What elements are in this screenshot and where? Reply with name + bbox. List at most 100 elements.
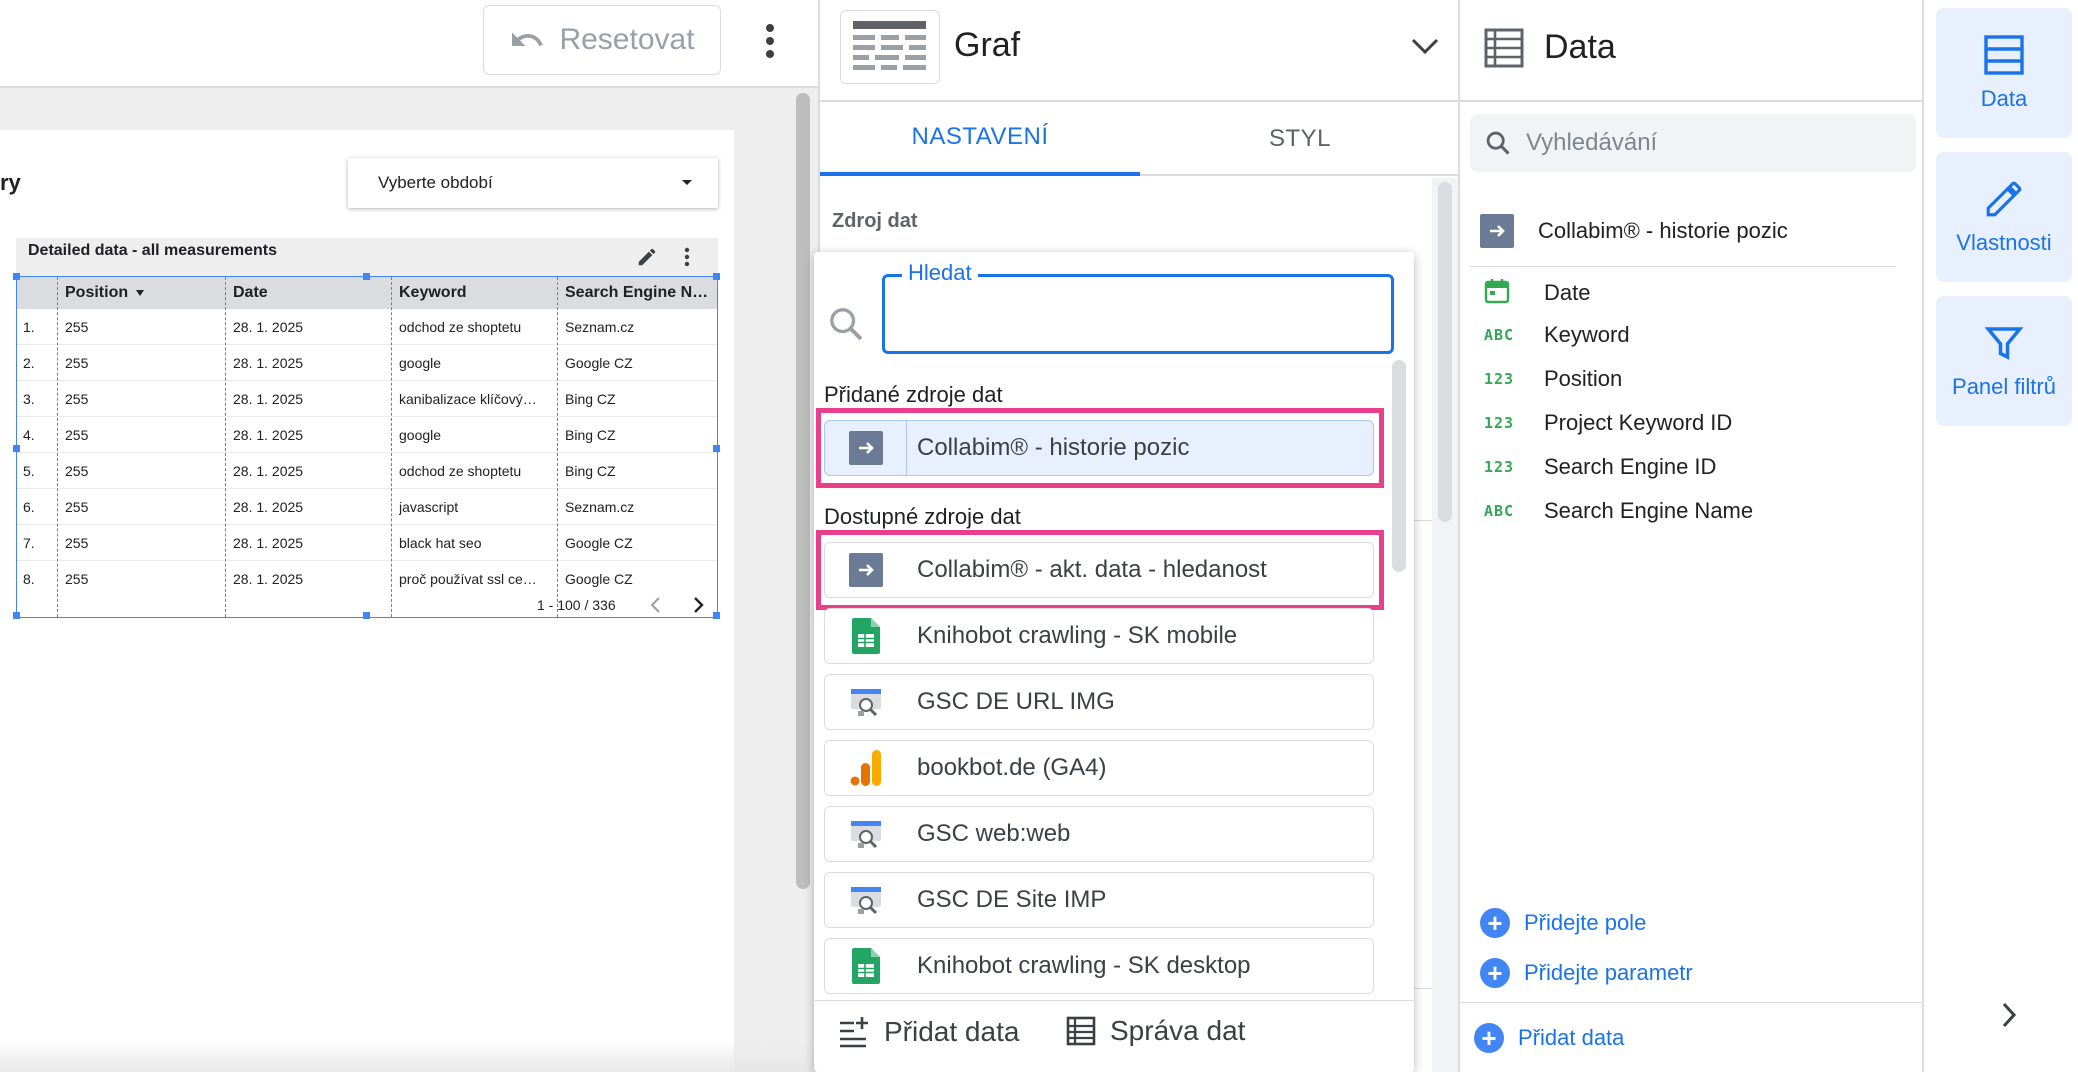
rail-label: Data: [1980, 86, 2028, 111]
data-table[interactable]: Position Date Keyword Search Engine N… 1…: [13, 273, 720, 619]
cell-position: 255: [65, 499, 89, 515]
row-index: 1.: [23, 319, 35, 335]
source-item-gsc-de-url-img[interactable]: GSC DE URL IMG: [824, 674, 1374, 730]
field-item-keyword[interactable]: ABC Keyword: [1484, 322, 1630, 348]
field-item-date[interactable]: Date: [1484, 278, 1590, 308]
rail-label: Vlastnosti: [1956, 230, 2052, 255]
resize-handle[interactable]: [713, 273, 720, 280]
current-datasource[interactable]: Collabim® - historie pozic: [1480, 214, 1788, 248]
cell-keyword: black hat seo: [399, 535, 482, 551]
source-search-input[interactable]: [882, 274, 1394, 354]
manage-data-button[interactable]: Správa dat: [1066, 1015, 1245, 1047]
resize-handle[interactable]: [363, 273, 370, 280]
column-header-date[interactable]: Date: [233, 284, 268, 302]
cell-position: 255: [65, 391, 89, 407]
table-row[interactable]: 8. 255 28. 1. 2025 proč používat ssl ce……: [17, 561, 717, 597]
current-datasource-label: Collabim® - historie pozic: [1538, 218, 1788, 243]
field-item-position[interactable]: 123 Position: [1484, 366, 1622, 392]
row-index: 7.: [23, 535, 35, 551]
cell-position: 255: [65, 319, 89, 335]
column-guide: [391, 277, 392, 617]
source-item-label: Knihobot crawling - SK mobile: [917, 622, 1238, 649]
table-row[interactable]: 1. 255 28. 1. 2025 odchod ze shoptetu Se…: [17, 309, 717, 345]
field-search[interactable]: [1470, 114, 1916, 172]
reset-button[interactable]: Resetovat: [483, 5, 721, 75]
cell-date: 28. 1. 2025: [233, 571, 304, 587]
search-console-icon: [825, 675, 907, 729]
search-console-icon: [825, 873, 907, 927]
resize-handle[interactable]: [13, 612, 20, 619]
column-header-keyword[interactable]: Keyword: [399, 284, 467, 302]
field-name: Date: [1544, 280, 1591, 305]
date-range-selector[interactable]: Vyberte období: [348, 158, 718, 208]
column-header-position[interactable]: Position: [65, 284, 145, 302]
panel-scroll-thumb[interactable]: [1438, 182, 1452, 522]
source-item-knihobot-desktop[interactable]: Knihobot crawling - SK desktop: [824, 938, 1374, 994]
add-field-button[interactable]: + Přidejte pole: [1480, 908, 1646, 938]
resize-handle[interactable]: [13, 273, 20, 280]
add-data-panel-button[interactable]: + Přidat data: [1474, 1023, 1624, 1053]
resize-handle[interactable]: [363, 612, 370, 619]
rail-button-filter-panel[interactable]: Panel filtrů: [1936, 296, 2072, 426]
search-icon: [830, 308, 863, 341]
table-title: Detailed data - all measurements: [28, 242, 277, 259]
table-row[interactable]: 3. 255 28. 1. 2025 kanibalizace klíčový……: [17, 381, 717, 417]
chart-type-header[interactable]: Graf: [820, 0, 1460, 102]
chevron-right-icon[interactable]: [1994, 998, 2024, 1032]
table-row[interactable]: 7. 255 28. 1. 2025 black hat seo Google …: [17, 525, 717, 561]
table-more-icon[interactable]: [680, 246, 694, 268]
resize-handle[interactable]: [713, 612, 720, 619]
source-item-collabim-history[interactable]: Collabim® - historie pozic: [824, 420, 1374, 476]
plus-circle-icon: +: [1474, 1023, 1504, 1053]
canvas-scroll-thumb[interactable]: [796, 93, 810, 889]
table-row[interactable]: 2. 255 28. 1. 2025 google Google CZ: [17, 345, 717, 381]
cell-position: 255: [65, 463, 89, 479]
source-item-gsc-web[interactable]: GSC web:web: [824, 806, 1374, 862]
field-item-search-engine-id[interactable]: 123 Search Engine ID: [1484, 454, 1716, 480]
rail-button-data[interactable]: Data: [1936, 8, 2072, 138]
table-row[interactable]: 5. 255 28. 1. 2025 odchod ze shoptetu Bi…: [17, 453, 717, 489]
plus-circle-icon: +: [1480, 908, 1510, 938]
resize-handle[interactable]: [713, 445, 720, 452]
chevron-right-icon[interactable]: [689, 595, 707, 615]
tab-style[interactable]: STYL: [1140, 102, 1460, 176]
source-item-label: Collabim® - akt. data - hledanost: [917, 556, 1267, 583]
resize-handle[interactable]: [13, 445, 20, 452]
search-console-icon: [825, 807, 907, 861]
tab-setup[interactable]: NASTAVENÍ: [820, 102, 1140, 176]
available-sources-heading: Dostupné zdroje dat: [824, 504, 1021, 529]
page-title: ry: [0, 170, 21, 195]
chevron-left-icon[interactable]: [647, 595, 665, 615]
add-data-button[interactable]: Přidat data: [836, 1015, 1019, 1049]
number-type-icon: 123: [1484, 458, 1515, 476]
add-parameter-button[interactable]: + Přidejte parametr: [1480, 958, 1693, 988]
source-item-collabim-current[interactable]: Collabim® - akt. data - hledanost: [824, 542, 1374, 598]
table-row[interactable]: 4. 255 28. 1. 2025 google Bing CZ: [17, 417, 717, 453]
column-guide: [225, 277, 226, 617]
source-search-label: Hledat: [902, 260, 978, 286]
cell-search-engine: Seznam.cz: [565, 499, 635, 515]
column-guide: [57, 277, 58, 617]
field-item-project-keyword-id[interactable]: 123 Project Keyword ID: [1484, 410, 1732, 436]
row-index: 6.: [23, 499, 35, 515]
cell-date: 28. 1. 2025: [233, 463, 304, 479]
field-name: Search Engine ID: [1544, 454, 1717, 479]
field-item-search-engine-name[interactable]: ABC Search Engine Name: [1484, 498, 1753, 524]
column-header-search-engine[interactable]: Search Engine N…: [565, 284, 715, 302]
rail-button-properties[interactable]: Vlastnosti: [1936, 152, 2072, 282]
calendar-icon: [1484, 278, 1544, 308]
undo-icon: [512, 32, 544, 46]
side-rail: Data Vlastnosti Panel filtrů: [1924, 0, 2078, 1072]
more-options-icon[interactable]: [755, 18, 785, 64]
field-name: Project Keyword ID: [1544, 410, 1733, 435]
source-item-label: GSC DE Site IMP: [917, 886, 1107, 913]
field-search-input[interactable]: [1526, 124, 1896, 162]
report-toolbar: Resetovat: [0, 0, 818, 88]
source-item-bookbot-ga4[interactable]: bookbot.de (GA4): [824, 740, 1374, 796]
picker-scroll-thumb[interactable]: [1392, 360, 1406, 572]
table-row[interactable]: 6. 255 28. 1. 2025 javascript Seznam.cz: [17, 489, 717, 525]
source-item-knihobot-mobile[interactable]: Knihobot crawling - SK mobile: [824, 608, 1374, 664]
chevron-down-icon[interactable]: [1410, 34, 1440, 58]
source-item-gsc-de-site-imp[interactable]: GSC DE Site IMP: [824, 872, 1374, 928]
edit-icon[interactable]: [636, 246, 658, 268]
